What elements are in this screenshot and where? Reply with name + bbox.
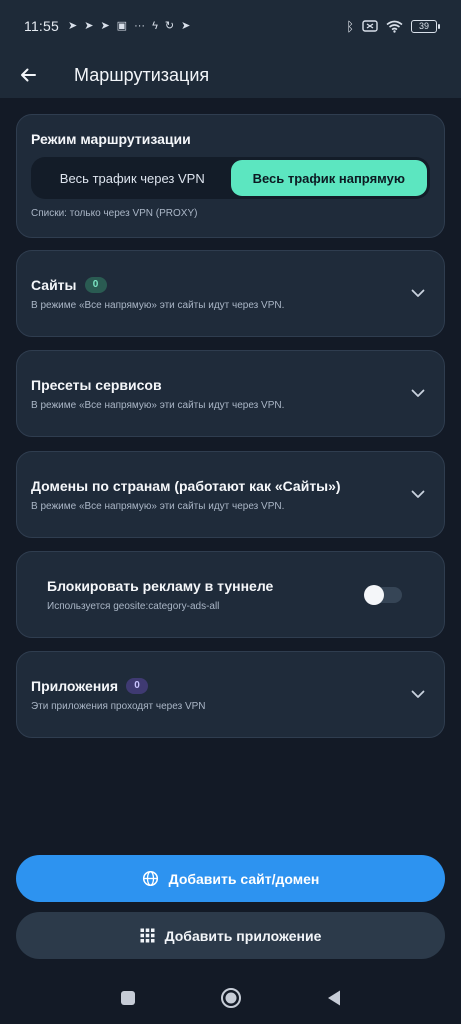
telegram-icon: ➤ (181, 19, 191, 32)
presets-expand-button[interactable] (404, 380, 432, 408)
routing-mode-card: Режим маршрутизации Весь трафик через VP… (16, 114, 445, 238)
status-time: 11:55 (24, 18, 59, 34)
add-app-button[interactable]: Добавить приложение (16, 912, 445, 959)
add-app-label: Добавить приложение (164, 927, 322, 944)
apps-count-badge: 0 (126, 677, 149, 694)
section-sites-title-row: Сайты 0 (31, 276, 404, 293)
page-title: Маршрутизация (74, 64, 210, 85)
triangle-icon[interactable] (326, 989, 342, 1007)
status-bar-right: ᛒ 39 (346, 18, 440, 34)
mode-option-all-vpn[interactable]: Весь трафик через VPN (34, 160, 231, 196)
status-bar: 11:55 ➤ ➤ ➤ ▣ ··· ϟ ↻ ➤ ᛒ 39 (0, 0, 461, 52)
no-sim-icon (362, 20, 378, 32)
more-dots-icon: ··· (134, 19, 146, 32)
section-apps-title-row: Приложения 0 (31, 677, 404, 694)
section-apps[interactable]: Приложения 0 Эти приложения проходят чер… (16, 651, 445, 738)
mode-option-all-direct[interactable]: Весь трафик напрямую (230, 160, 427, 196)
sites-expand-button[interactable] (404, 280, 432, 308)
app-icon: ▣ (116, 19, 128, 32)
section-domains-title: Домены по странам (работают как «Сайты») (31, 477, 341, 494)
sites-count-badge: 0 (84, 276, 107, 293)
section-sites[interactable]: Сайты 0 В режиме «Все напрямую» эти сайт… (16, 250, 445, 337)
section-presets-title: Пресеты сервисов (31, 376, 162, 393)
section-apps-text: Приложения 0 Эти приложения проходят чер… (31, 677, 404, 712)
section-presets-subtitle: В режиме «Все напрямую» эти сайты идут ч… (31, 399, 285, 411)
telegram-icon: ➤ (100, 19, 110, 32)
wifi-icon (386, 20, 403, 33)
chevron-down-icon (411, 490, 425, 498)
add-site-button[interactable]: Добавить сайт/домен (16, 855, 445, 902)
arrow-left-icon (21, 68, 36, 82)
section-domains-title-row: Домены по странам (работают как «Сайты») (31, 478, 404, 494)
square-icon[interactable] (120, 990, 136, 1006)
status-bar-left: 11:55 ➤ ➤ ➤ ▣ ··· ϟ ↻ ➤ (24, 18, 190, 34)
routing-mode-note: Списки: только через VPN (PROXY) (31, 208, 198, 219)
routing-mode-title: Режим маршрутизации (31, 131, 191, 147)
add-site-label: Добавить сайт/домен (168, 870, 320, 887)
section-presets-text: Пресеты сервисов В режиме «Все напрямую»… (31, 377, 404, 411)
section-sites-text: Сайты 0 В режиме «Все напрямую» эти сайт… (31, 276, 404, 311)
section-sites-subtitle: В режиме «Все напрямую» эти сайты идут ч… (31, 299, 285, 311)
section-country-domains[interactable]: Домены по странам (работают как «Сайты»)… (16, 451, 445, 538)
circle-icon[interactable] (220, 987, 242, 1009)
lightning-icon: ϟ (152, 19, 158, 32)
domains-expand-button[interactable] (404, 481, 432, 509)
section-sites-title: Сайты (31, 276, 77, 293)
toggle-knob (364, 584, 384, 605)
ad-block-title: Блокировать рекламу в туннеле (47, 577, 274, 594)
ad-block-subtitle: Используется geosite:category-ads-all (47, 600, 220, 612)
battery-icon: 39 (411, 19, 440, 33)
bluetooth-icon: ᛒ (346, 18, 354, 34)
chevron-down-icon (411, 389, 425, 397)
section-domains-text: Домены по странам (работают как «Сайты»)… (31, 478, 404, 512)
section-presets-title-row: Пресеты сервисов (31, 377, 404, 393)
globe-icon (142, 870, 158, 887)
system-nav-bar (0, 972, 461, 1024)
telegram-icon: ➤ (68, 19, 78, 32)
back-button[interactable] (0, 52, 56, 98)
section-apps-subtitle: Эти приложения проходят через VPN (31, 700, 206, 712)
chevron-down-icon (411, 289, 425, 297)
telegram-icon: ➤ (84, 19, 94, 32)
routing-mode-segmented-control: Весь трафик через VPN Весь трафик напрям… (31, 157, 430, 199)
section-apps-title: Приложения (31, 677, 119, 694)
ad-block-toggle[interactable] (364, 584, 402, 605)
chevron-down-icon (411, 690, 425, 698)
section-domains-subtitle: В режиме «Все напрямую» эти сайты идут ч… (31, 500, 285, 512)
apps-expand-button[interactable] (404, 681, 432, 709)
grid-icon (140, 928, 155, 943)
ad-block-text: Блокировать рекламу в туннеле Использует… (47, 578, 366, 612)
refresh-icon: ↻ (164, 19, 175, 32)
app-bar: Маршрутизация (0, 52, 461, 98)
ad-block-title-row: Блокировать рекламу в туннеле (47, 578, 366, 594)
ad-block-card: Блокировать рекламу в туннеле Использует… (16, 551, 445, 638)
section-service-presets[interactable]: Пресеты сервисов В режиме «Все напрямую»… (16, 350, 445, 437)
battery-level: 39 (418, 21, 429, 31)
